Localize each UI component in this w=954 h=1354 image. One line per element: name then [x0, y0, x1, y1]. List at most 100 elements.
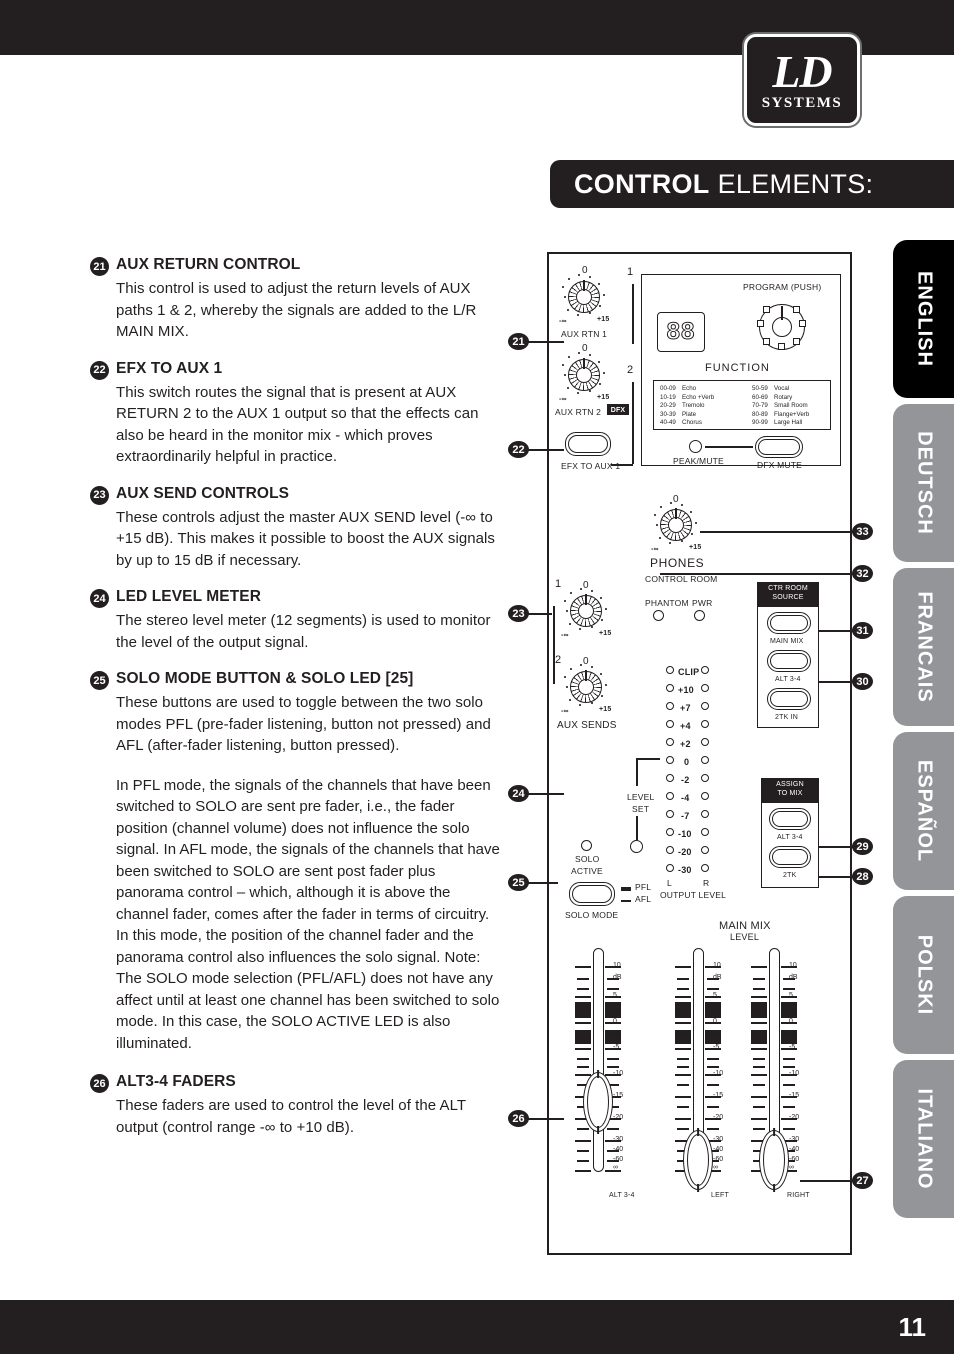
efx-to-aux-1-button[interactable] [565, 432, 611, 456]
ctr-room-alt34-button[interactable] [767, 650, 811, 672]
fader-cap[interactable] [583, 1070, 613, 1134]
rotary-nub [793, 338, 800, 345]
fader-scale-label: -60 [789, 1156, 800, 1163]
fader-tick [751, 1048, 767, 1051]
fader-tick-block [605, 1002, 621, 1018]
meter-led-right [701, 666, 709, 674]
aux-rtn-1-knob[interactable] [562, 274, 605, 316]
ctr-room-main-mix-label: MAIN MIX [770, 638, 804, 645]
pwr-led [694, 610, 705, 621]
assign-2tk-button[interactable] [769, 846, 811, 868]
function-range: 60-69 [752, 393, 768, 401]
knob-center-label: 0 [583, 580, 589, 591]
callout-29: 29 [852, 838, 873, 855]
fader-tick [753, 988, 765, 990]
fader-tick [707, 1106, 719, 1108]
callout-27-leader [800, 1180, 854, 1182]
main-mix-left-fader[interactable]: 10 dB 5 0 -5 -10 -15 -20 -30 -40 -60 ∞ L… [671, 944, 729, 1204]
fader-scale-label: 5 [713, 992, 717, 999]
list-item: 23 AUX SEND CONTROLS These controls adju… [90, 484, 500, 572]
language-tab-label: ENGLISH [913, 271, 935, 367]
function-row: 00-09 Echo [660, 385, 752, 394]
fader-cap[interactable] [683, 1128, 713, 1192]
meter-led-left [666, 684, 674, 692]
mixer-panel-diagram: 0 -∞ +15 AUX RTN 1 0 -∞ +15 AUX RTN 2 DF… [547, 252, 852, 1255]
rotary-nub [757, 320, 764, 327]
solo-mode-button[interactable] [569, 882, 615, 906]
fader-tick-block [781, 1002, 797, 1018]
aux-send-1-knob[interactable] [564, 588, 607, 630]
language-tab-polski[interactable]: POLSKI [893, 896, 954, 1054]
pfl-indicator-mark [621, 887, 631, 891]
fader-cap-line-bottom [597, 1126, 599, 1134]
fader-tick [607, 988, 619, 990]
language-tab-espanol[interactable]: ESPAÑOL [893, 732, 954, 890]
language-tab-english[interactable]: ENGLISH [893, 240, 954, 398]
callout-21: 21 [508, 333, 529, 350]
fader-cap[interactable] [759, 1128, 789, 1192]
function-range: 30-39 [660, 410, 676, 418]
meter-led-right [701, 846, 709, 854]
item-header: 26 ALT3-4 FADERS [90, 1072, 500, 1093]
main-mix-right-fader[interactable]: 10 dB 5 0 -5 -10 -15 -20 -30 -40 -60 ∞ R… [747, 944, 810, 1204]
item-title: AUX RETURN CONTROL [116, 256, 301, 273]
callout-24-leader [528, 793, 564, 795]
solo-active-led [581, 840, 592, 851]
rotary-nub [763, 338, 770, 345]
function-label: FUNCTION [705, 362, 770, 374]
fader-tick-block [751, 1002, 767, 1018]
assign-to-mix-header: ASSIGN TO MIX [761, 778, 819, 802]
assign-to-mix-line1: ASSIGN [776, 781, 804, 788]
program-push-label: PROGRAM (PUSH) [743, 282, 822, 292]
fader-tick [575, 1074, 591, 1077]
solo-mode-label: SOLO MODE [565, 910, 619, 920]
meter-led-right [701, 684, 709, 692]
fader-tick [677, 1084, 689, 1086]
dfx-mute-label: DFX MUTE [757, 460, 803, 470]
function-range: 20-29 [660, 402, 676, 409]
program-rotary-encoder[interactable] [751, 296, 813, 358]
ctr-room-2tk-in-button[interactable] [767, 688, 811, 710]
knob-min-label: -∞ [559, 318, 567, 325]
fader-tick [607, 1128, 619, 1130]
afl-indicator-mark [621, 900, 631, 902]
language-tab-label: POLSKI [913, 934, 935, 1016]
function-name: Tremolo [682, 402, 705, 409]
fader-tick [675, 1048, 691, 1051]
logo-primary-text: LD [772, 45, 832, 97]
language-tab-italiano[interactable]: ITALIANO [893, 1060, 954, 1218]
ctr-room-main-mix-button[interactable] [767, 612, 811, 634]
dfx-mute-button[interactable] [755, 436, 803, 458]
meter-led-right [701, 864, 709, 872]
fader-tick [677, 1066, 689, 1068]
aux-send-2-knob[interactable] [564, 664, 607, 706]
rotary-hub [772, 317, 792, 337]
phantom-led [653, 610, 664, 621]
function-name: Echo [682, 385, 697, 392]
knob-pointer [583, 358, 585, 369]
fader-scale-label: -40 [789, 1146, 800, 1153]
fader-scale-label: -5 [713, 1044, 720, 1051]
fader-scale-label: -20 [789, 1114, 800, 1121]
knob-hub [578, 679, 594, 695]
knob-hub [578, 603, 594, 619]
knob-min-label: -∞ [559, 396, 567, 403]
knob-pointer [585, 670, 587, 681]
language-tab-francais[interactable]: FRANCAIS [893, 568, 954, 726]
list-item: 21 AUX RETURN CONTROL This control is us… [90, 255, 500, 343]
fader-tick [577, 988, 589, 990]
fader-scale-label: -20 [613, 1114, 624, 1121]
item-body: These controls adjust the master AUX SEN… [116, 508, 495, 569]
aux-rtn-2-knob[interactable] [562, 352, 605, 394]
callout-31: 31 [852, 622, 873, 639]
phones-control-room-knob[interactable] [654, 502, 697, 544]
fader-tick-block [575, 1030, 591, 1044]
meter-led-right [701, 792, 709, 800]
meter-scale-label: +4 [680, 721, 691, 731]
ctr-room-alt34-label: ALT 3-4 [775, 676, 801, 683]
fader-scale-label: -15 [789, 1092, 800, 1099]
language-tab-deutsch[interactable]: DEUTSCH [893, 404, 954, 562]
function-name: Echo +Verb [682, 393, 715, 401]
assign-alt34-button[interactable] [769, 808, 811, 830]
alt34-fader[interactable]: 10 dB 5 0 -5 -10 -15 -20 -30 -40 -60 ∞ A… [571, 944, 634, 1204]
